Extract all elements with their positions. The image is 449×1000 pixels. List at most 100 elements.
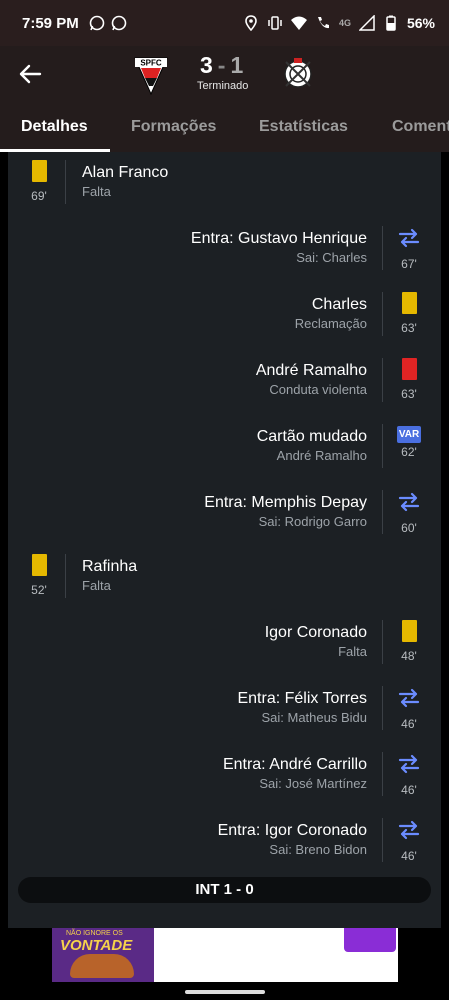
divider [382, 226, 383, 270]
divider [382, 358, 383, 402]
event-subtitle: Sai: Rodrigo Garro [258, 514, 367, 529]
event-title: Charles [311, 296, 367, 313]
event-title: Cartão mudado [256, 428, 367, 445]
back-arrow-icon[interactable] [16, 60, 44, 88]
sao-paulo-crest-icon[interactable]: SPFC [133, 56, 169, 96]
event-minute: 46' [401, 783, 417, 797]
battery-level: 56% [406, 15, 435, 31]
ad-banner[interactable]: NÃO IGNORE OS VONTADE [52, 928, 398, 982]
substitution-arrows-icon [398, 492, 420, 512]
tab-statistics[interactable]: Estatísticas [259, 118, 348, 136]
yellow-card-icon [401, 620, 417, 642]
divider [65, 160, 66, 204]
divider [382, 490, 383, 534]
event-subtitle: Sai: Charles [296, 250, 367, 265]
event-var[interactable]: Cartão mudado André Ramalho VAR 62' [8, 420, 441, 476]
var-icon: VAR [397, 426, 421, 443]
divider [382, 620, 383, 664]
yellow-card-icon [31, 160, 47, 182]
score-separator: - [217, 52, 227, 78]
match-status: Terminado [197, 80, 249, 92]
event-title: Entra: Memphis Depay [204, 494, 367, 511]
substitution-arrows-icon [398, 754, 420, 774]
wifi-calling-icon [317, 17, 329, 29]
tab-bar: Detalhes Formações Estatísticas Comentár… [0, 106, 449, 152]
event-title: Entra: Gustavo Henrique [190, 230, 367, 247]
event-subtitle: André Ramalho [276, 448, 367, 463]
whatsapp-icon [111, 15, 127, 31]
status-bar: 7:59 PM 4G 56% [0, 0, 449, 46]
event-minute: 63' [401, 321, 417, 335]
signal-icon [358, 15, 375, 31]
event-subtitle: Reclamação [294, 316, 367, 331]
event-substitution[interactable]: Entra: André Carrillo Sai: José Martínez… [8, 748, 441, 804]
tab-commentary[interactable]: Comentários [392, 118, 449, 136]
home-score: 3 [200, 52, 214, 78]
event-yellow-card[interactable]: Igor Coronado Falta 48' [8, 616, 441, 672]
gesture-home-bar[interactable] [185, 990, 265, 994]
event-subtitle: Sai: Breno Bidon [269, 842, 367, 857]
event-yellow-card[interactable]: Charles Reclamação 63' [8, 288, 441, 344]
substitution-arrows-icon [398, 228, 420, 248]
event-subtitle: Falta [82, 184, 111, 199]
event-minute: 60' [401, 521, 417, 535]
event-subtitle: Falta [82, 578, 111, 593]
ad-line-2: VONTADE [60, 937, 133, 954]
event-subtitle: Sai: José Martínez [259, 776, 367, 791]
wifi-icon [290, 16, 307, 30]
event-subtitle: Falta [338, 644, 367, 659]
event-yellow-card[interactable]: 52' Rafinha Falta [8, 550, 441, 606]
clock: 7:59 PM [22, 14, 79, 32]
event-substitution[interactable]: Entra: Igor Coronado Sai: Breno Bidon 46… [8, 814, 441, 870]
event-title: Rafinha [82, 558, 138, 575]
location-icon [245, 15, 257, 31]
event-title: Entra: Félix Torres [237, 690, 367, 707]
half-time-score: INT 1 - 0 [18, 877, 431, 903]
event-yellow-card[interactable]: 69' Alan Franco Falta [8, 156, 441, 212]
divider [382, 686, 383, 730]
tab-details[interactable]: Detalhes [21, 118, 88, 136]
ad-line-1: NÃO IGNORE OS [66, 930, 123, 937]
whatsapp-icon [89, 15, 105, 31]
event-minute: 46' [401, 849, 417, 863]
substitution-arrows-icon [398, 688, 420, 708]
scoreline: 3-1 [200, 52, 244, 79]
burger-image [70, 954, 134, 978]
event-title: Entra: André Carrillo [222, 756, 367, 773]
event-title: Igor Coronado [264, 624, 367, 641]
event-substitution[interactable]: Entra: Félix Torres Sai: Matheus Bidu 46… [8, 682, 441, 738]
event-minute: 63' [401, 387, 417, 401]
divider [382, 818, 383, 862]
substitution-arrows-icon [398, 820, 420, 840]
event-subtitle: Conduta violenta [269, 382, 367, 397]
event-subtitle: Sai: Matheus Bidu [261, 710, 367, 725]
divider [382, 752, 383, 796]
ad-image: NÃO IGNORE OS VONTADE [52, 928, 154, 982]
event-title: André Ramalho [255, 362, 367, 379]
divider [382, 424, 383, 468]
vibrate-icon [268, 16, 282, 30]
red-card-icon [401, 358, 417, 380]
ad-logo-icon [344, 928, 396, 952]
event-title: Alan Franco [82, 164, 169, 181]
corinthians-crest-icon[interactable] [280, 54, 316, 94]
divider [382, 292, 383, 336]
battery-icon [386, 15, 396, 31]
home-crest-text: SPFC [140, 59, 162, 68]
event-minute: 52' [31, 583, 47, 597]
event-minute: 69' [31, 189, 47, 203]
yellow-card-icon [31, 554, 47, 576]
event-substitution[interactable]: Entra: Memphis Depay Sai: Rodrigo Garro … [8, 486, 441, 542]
divider [65, 554, 66, 598]
event-minute: 46' [401, 717, 417, 731]
notification-icons [89, 15, 127, 31]
event-minute: 67' [401, 257, 417, 271]
away-score: 1 [230, 52, 245, 78]
event-minute: 62' [401, 445, 417, 459]
event-substitution[interactable]: Entra: Gustavo Henrique Sai: Charles 67' [8, 222, 441, 278]
event-minute: 48' [401, 649, 417, 663]
network-type: 4G [338, 18, 351, 28]
tab-lineups[interactable]: Formações [131, 118, 216, 136]
yellow-card-icon [401, 292, 417, 314]
event-red-card[interactable]: André Ramalho Conduta violenta 63' [8, 354, 441, 410]
